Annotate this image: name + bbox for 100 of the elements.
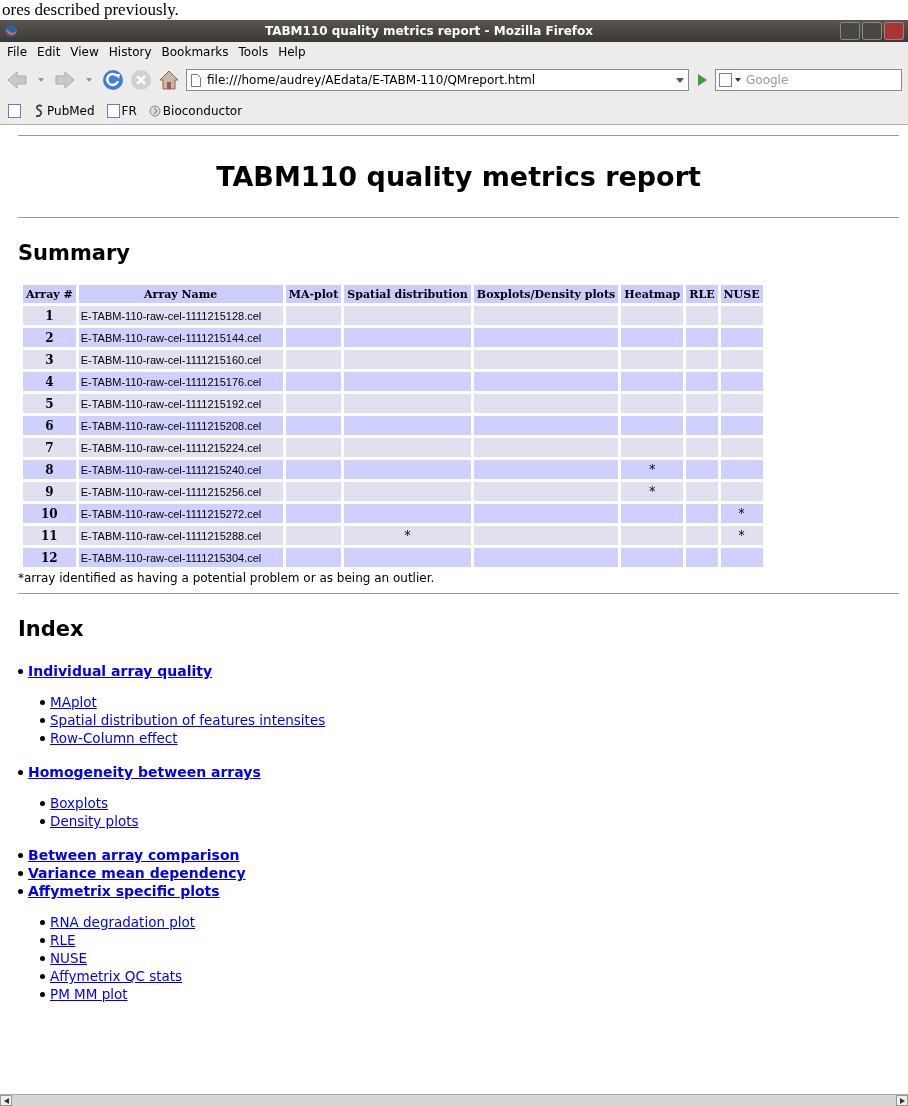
bookmark-item[interactable]: FR [121,104,137,118]
bullet-icon [40,818,45,824]
bullet-icon [40,937,45,943]
left-arrow-icon[interactable] [3,1097,9,1104]
column-header: MA-plot [285,285,342,303]
table-cell: 3 [23,350,76,369]
bullet-icon [18,888,23,894]
menu-item[interactable]: History [103,45,157,59]
index-link[interactable]: NUSE [50,950,88,966]
table-cell [285,526,342,545]
index-link[interactable]: Boxplots [50,795,108,811]
table-cell: 4 [23,372,76,391]
table-cell: 9 [23,482,76,501]
table-cell: E-TABM-110-raw-cel-1111215304.cel [78,548,283,567]
bullet-icon [40,973,45,979]
go-icon[interactable] [695,73,709,87]
index-link[interactable]: RNA degradation plot [50,914,196,930]
table-cell: E-TABM-110-raw-cel-1111215160.cel [78,350,283,369]
table-cell [285,394,342,413]
table-cell [285,416,342,435]
home-icon[interactable] [158,69,180,91]
table-cell [686,548,718,567]
reload-icon[interactable] [102,69,124,91]
table-cell: E-TABM-110-raw-cel-1111215176.cel [78,372,283,391]
forward-icon[interactable] [54,69,76,91]
table-cell [720,416,763,435]
caret-icon[interactable] [676,77,684,83]
column-header: NUSE [720,285,763,303]
index-link[interactable]: Between array comparison [28,847,240,863]
close-button[interactable] [884,22,904,40]
table-cell [686,504,718,523]
column-header: Spatial distribution [344,285,471,303]
table-cell: * [621,482,684,501]
index-link[interactable]: MAplot [50,694,97,710]
index-link[interactable]: PM MM plot [50,986,128,1002]
table-cell: E-TABM-110-raw-cel-1111215256.cel [78,482,283,501]
index-link[interactable]: Homogeneity between arrays [28,764,261,780]
footnote: *array identified as having a potential problem or as being an outlier. [18,571,436,585]
bullet-icon [40,699,45,705]
menu-item[interactable]: Tools [233,45,274,59]
table-cell [686,350,718,369]
table-cell: E-TABM-110-raw-cel-1111215224.cel [78,438,283,457]
minimize-button[interactable] [840,22,860,40]
column-header: Boxplots/Density plots [473,285,619,303]
stop-icon[interactable] [130,69,152,91]
section-heading: Index [18,616,85,642]
table-cell: 12 [23,548,76,567]
horizontal-scrollbar[interactable] [0,1094,908,1106]
bookmark-item[interactable]: Bioconductor [162,104,243,118]
table-cell: 6 [23,416,76,435]
table-cell [621,394,684,413]
table-cell [720,460,763,479]
column-header: Array Name [78,285,283,303]
table-cell [686,328,718,347]
table-cell [285,548,342,567]
document-text: ores described previously. [2,0,179,19]
table-cell [285,306,342,325]
table-cell: * [621,460,684,479]
index-link[interactable]: Density plots [50,813,139,829]
table-cell: E-TABM-110-raw-cel-1111215192.cel [78,394,283,413]
page-title: TABM110 quality metrics report [215,160,702,194]
table-cell: 1 [23,306,76,325]
index-link[interactable]: Individual array quality [28,663,213,679]
menu-item[interactable]: Bookmarks [156,45,234,59]
index-link[interactable]: Spatial distribution of features intensites [50,712,326,728]
maximize-button[interactable] [862,22,882,40]
column-header: RLE [686,285,718,303]
caret-icon[interactable] [735,78,741,82]
table-cell [720,438,763,457]
table-cell: E-TABM-110-raw-cel-1111215128.cel [78,306,283,325]
table-cell: E-TABM-110-raw-cel-1111215208.cel [78,416,283,435]
table-cell [621,416,684,435]
menu-item[interactable]: File [2,45,33,59]
bullet-icon [40,919,45,925]
table-cell: 8 [23,460,76,479]
table-cell: 11 [23,526,76,545]
search-field[interactable]: Google [715,69,902,91]
index-link[interactable]: Affymetrix QC stats [50,968,183,984]
index-link[interactable]: Affymetrix specific plots [28,883,220,899]
table-cell [720,350,763,369]
table-cell [686,416,718,435]
index-link[interactable]: Row-Column effect [50,730,178,746]
index-link[interactable]: Variance mean dependency [28,865,246,881]
address-field[interactable]: file:///home/audrey/AEdata/E-TABM-110/QMreport.html [186,69,689,91]
menu-item[interactable]: Help [273,45,311,59]
column-header: Heatmap [621,285,684,303]
menu-item[interactable]: View [65,45,104,59]
table-cell: * [344,526,471,545]
table-cell [686,372,718,391]
bookmark-item[interactable]: PubMed [47,104,95,118]
circle-icon [148,105,161,117]
table-cell: E-TABM-110-raw-cel-1111215272.cel [78,504,283,523]
table-cell [285,372,342,391]
back-icon[interactable] [6,69,28,91]
table-cell [285,350,342,369]
index-link[interactable]: RLE [50,932,76,948]
menu-item[interactable]: Edit [32,45,66,59]
section-heading: Summary [18,240,132,266]
table-cell [621,372,684,391]
right-arrow-icon[interactable] [899,1097,905,1104]
